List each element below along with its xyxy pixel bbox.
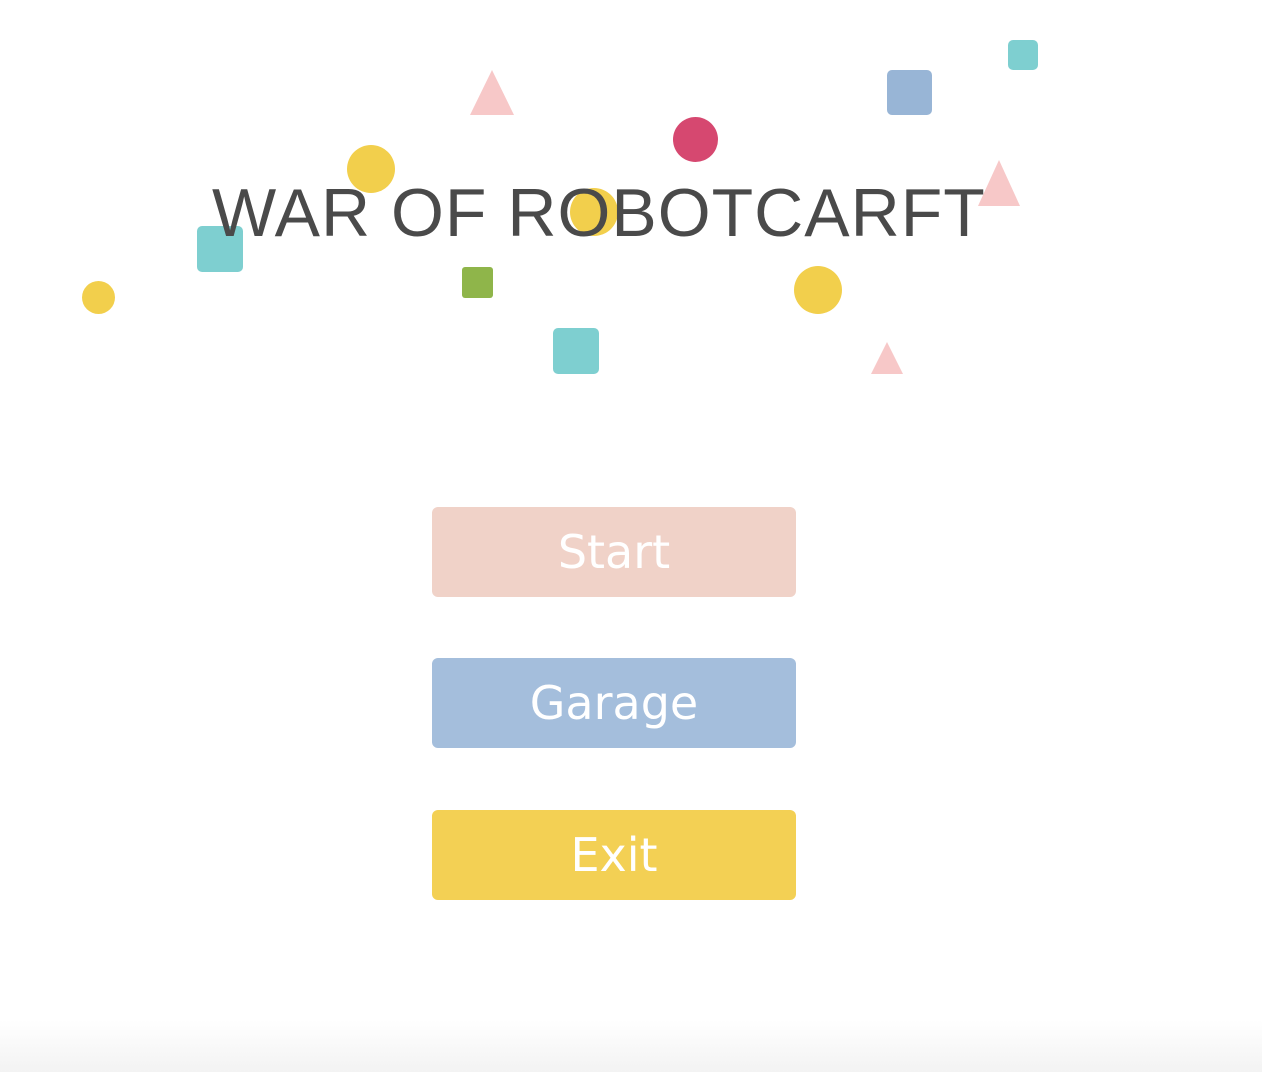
exit-button[interactable]: Exit xyxy=(432,810,796,900)
start-button[interactable]: Start xyxy=(432,507,796,597)
teal-square-decoration xyxy=(553,328,599,374)
bottom-edge-fade xyxy=(0,1020,1262,1072)
yellow-circle-decoration xyxy=(82,281,115,314)
blue-square-decoration xyxy=(887,70,932,115)
green-square-decoration xyxy=(462,267,493,298)
yellow-circle-decoration xyxy=(794,266,842,314)
garage-button[interactable]: Garage xyxy=(432,658,796,748)
main-menu-screen: WAR OF ROBOTCARFT Start Garage Exit xyxy=(0,0,1262,1072)
crimson-circle-decoration xyxy=(673,117,718,162)
game-title: WAR OF ROBOTCARFT xyxy=(212,175,986,251)
teal-square-decoration xyxy=(1008,40,1038,70)
pink-triangle-decoration xyxy=(871,342,903,374)
pink-triangle-decoration xyxy=(470,70,514,115)
